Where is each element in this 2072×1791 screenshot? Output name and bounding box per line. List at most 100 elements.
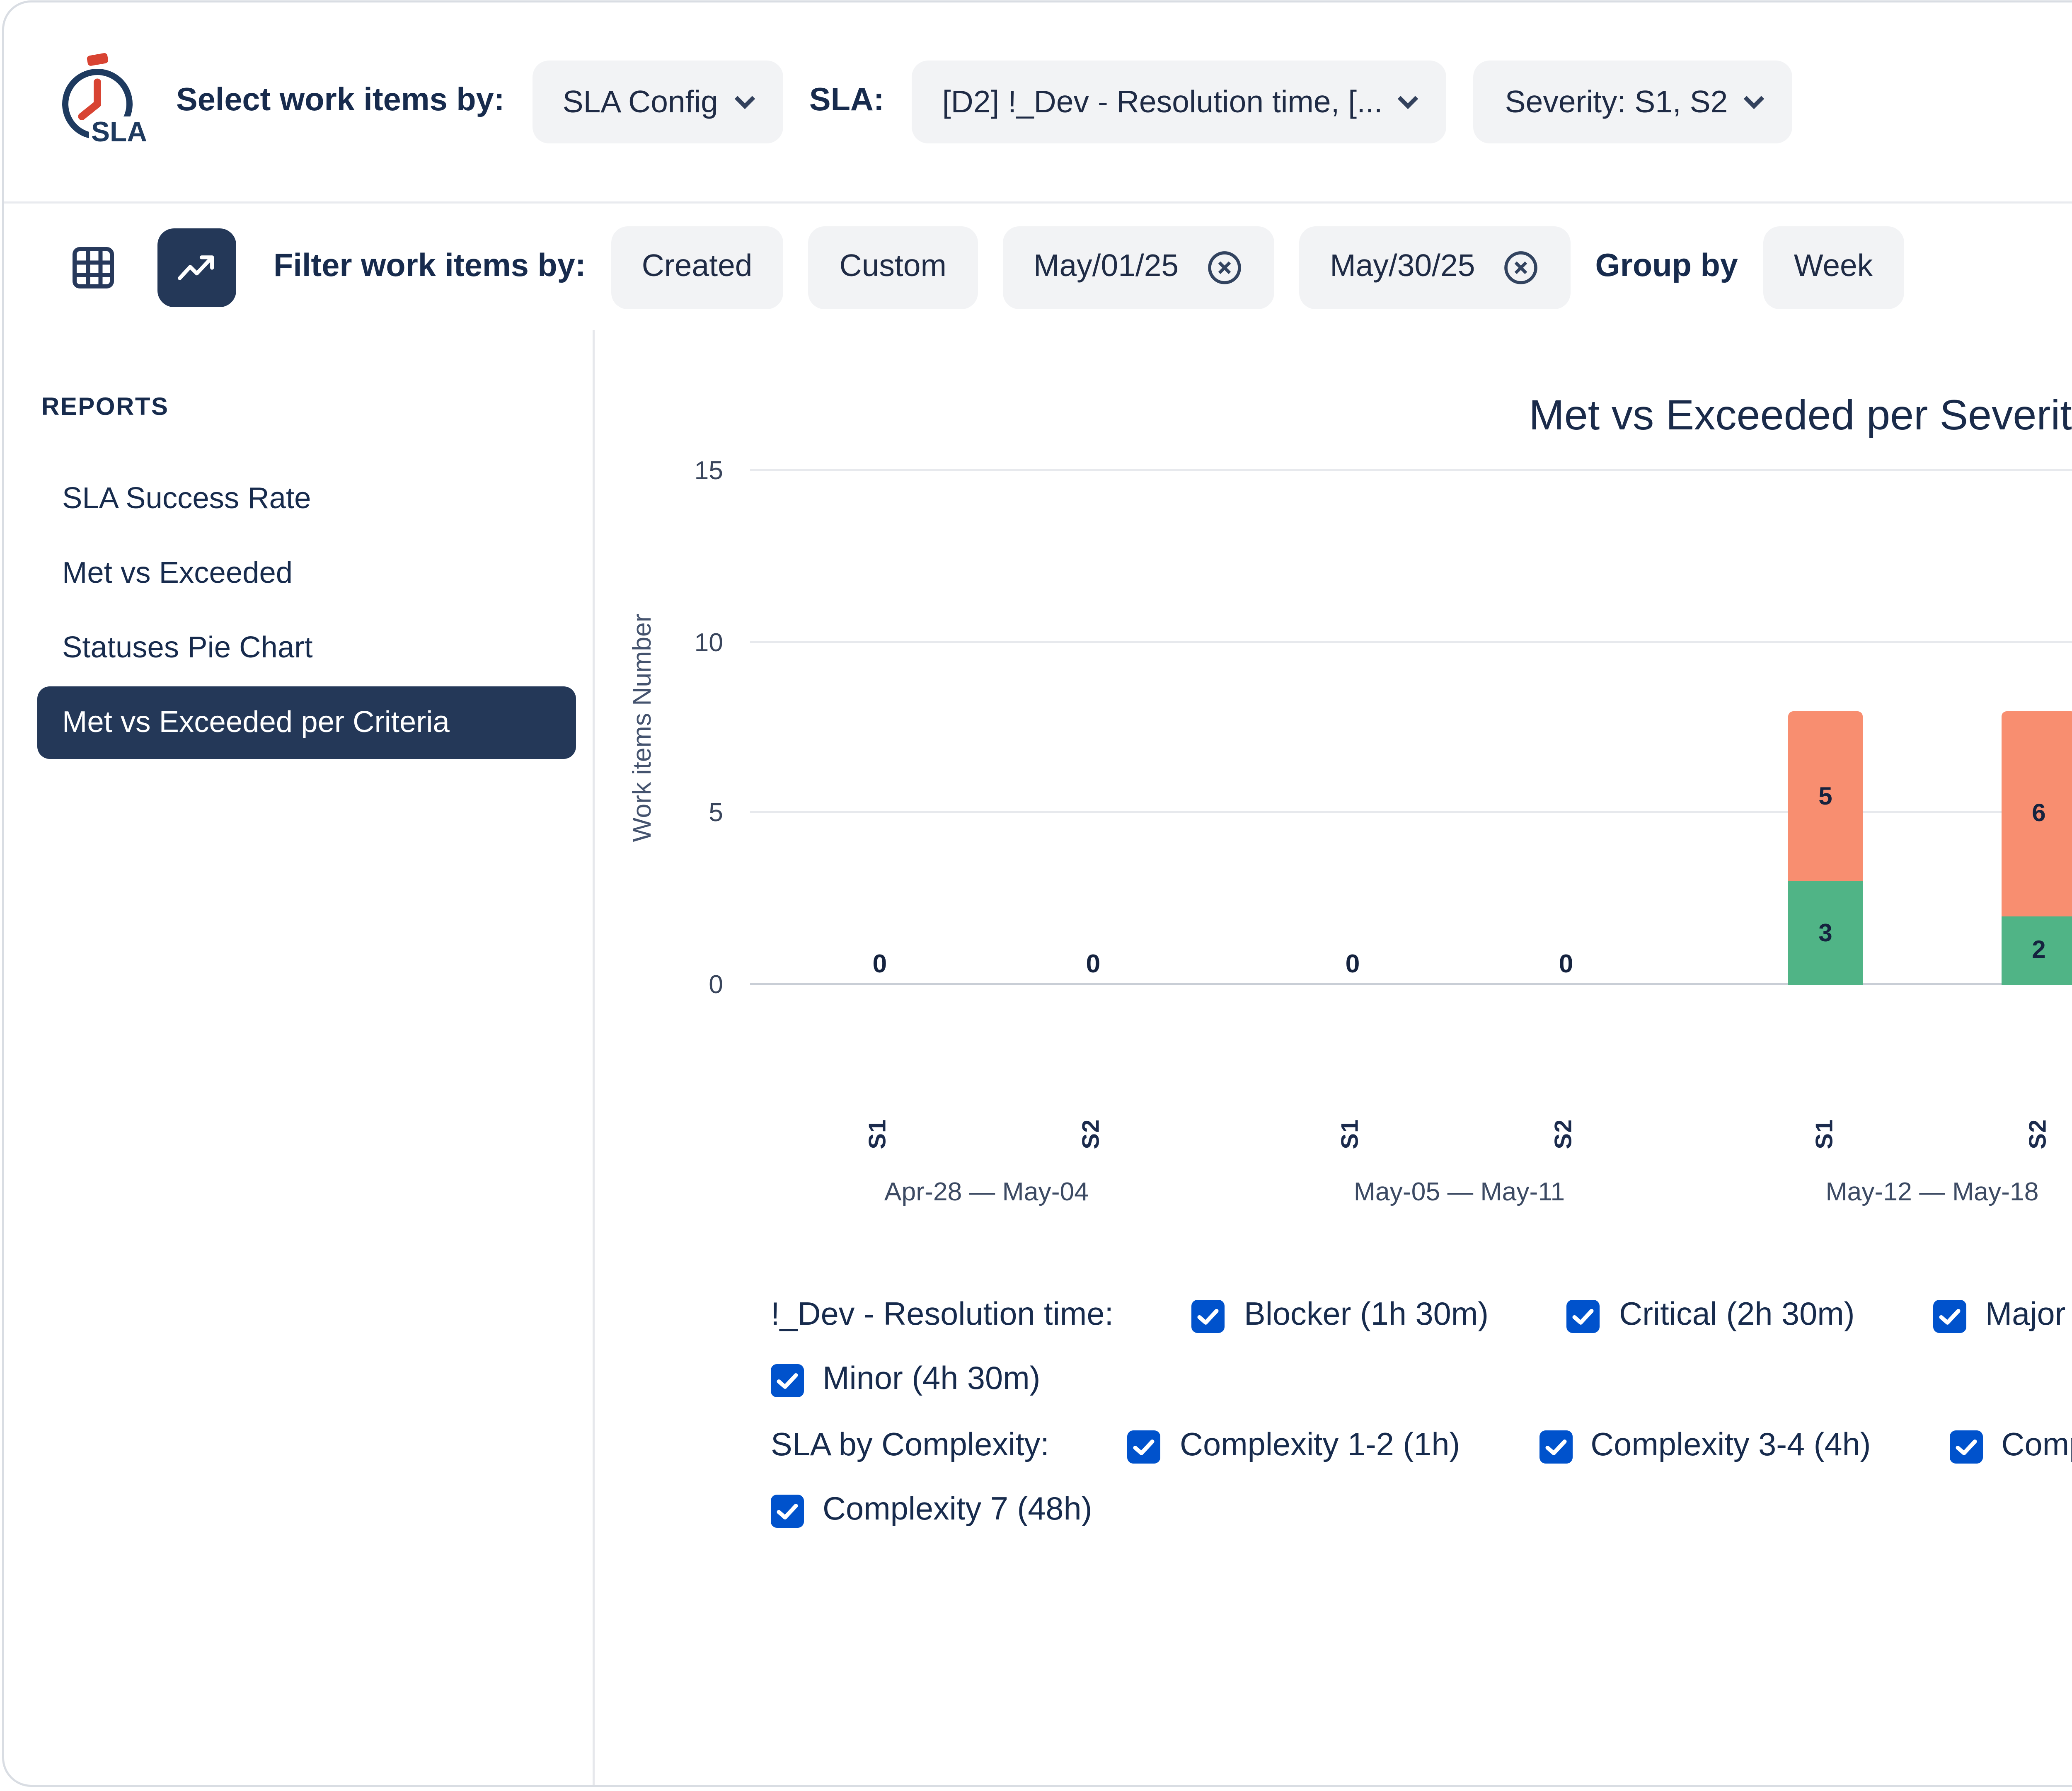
bar-group: 00 bbox=[750, 471, 1223, 985]
reports-heading: REPORTS bbox=[4, 392, 593, 421]
bar-value-label: 5 bbox=[1818, 782, 1832, 811]
y-tick-label: 10 bbox=[694, 628, 723, 657]
sidebar: REPORTS SLA Success RateMet vs ExceededS… bbox=[4, 330, 595, 1787]
app-window: SLA Select work items by: SLA Config SLA… bbox=[2, 0, 2072, 1787]
severity-label: S1 bbox=[1788, 1122, 1863, 1146]
bar-value-label: 6 bbox=[2032, 799, 2045, 828]
bar-groups: 000053627410300 bbox=[750, 471, 2072, 985]
resolution-filter-label: !_Dev - Resolution time: bbox=[771, 1298, 1113, 1335]
bar-s2[interactable]: 0 bbox=[1056, 471, 1130, 985]
table-view-button[interactable] bbox=[54, 228, 133, 306]
sidebar-item-sla-success-rate[interactable]: SLA Success Rate bbox=[37, 463, 576, 535]
select-work-items-label: Select work items by: bbox=[176, 83, 505, 121]
clear-icon[interactable] bbox=[1205, 248, 1243, 286]
y-tick-label: 0 bbox=[709, 970, 723, 999]
checkbox-label: Complexity 7 (48h) bbox=[823, 1493, 1092, 1530]
bar-value-label: 3 bbox=[1818, 919, 1832, 948]
date-from-value: May/01/25 bbox=[1034, 249, 1179, 284]
chart-title: Met vs Exceeded per Severity: S1, S2 bbox=[595, 392, 2072, 442]
severity-label: S2 bbox=[1056, 1122, 1130, 1146]
date-to-filter[interactable]: May/30/25 bbox=[1299, 225, 1570, 308]
week-range-label: Apr-28 — May-04 bbox=[750, 1178, 1223, 1207]
y-tick-label: 15 bbox=[694, 456, 723, 485]
bar-segment-met[interactable]: 2 bbox=[2002, 916, 2072, 985]
bar-zero-label: 0 bbox=[1315, 950, 1390, 979]
checkbox-label: Critical (2h 30m) bbox=[1619, 1298, 1855, 1335]
severity-label-group: S1S2 bbox=[1696, 1099, 2072, 1169]
sla-logo: SLA bbox=[50, 47, 149, 157]
table-view-icon bbox=[68, 242, 118, 292]
chevron-down-icon bbox=[1743, 87, 1764, 108]
checkbox-label: Blocker (1h 30m) bbox=[1244, 1298, 1489, 1335]
sla-select-dropdown[interactable]: [D2] !_Dev - Resolution time, [... bbox=[911, 61, 1447, 143]
sla-config-label: SLA Config bbox=[563, 85, 718, 120]
checkbox-minor-4h-30m[interactable]: Minor (4h 30m) bbox=[771, 1362, 1040, 1399]
date-to-value: May/30/25 bbox=[1330, 249, 1475, 284]
severity-label-group: S1 S2 bbox=[1223, 1099, 1696, 1169]
bar-s2[interactable]: 0 bbox=[1529, 471, 1603, 985]
checkbox-checked-icon bbox=[771, 1364, 804, 1397]
custom-filter-button[interactable]: Custom bbox=[808, 225, 978, 308]
chart: Work items Number 051015 000053627410300… bbox=[750, 471, 2072, 1207]
group-by-label: Group by bbox=[1595, 248, 1738, 286]
severity-label: S1 bbox=[842, 1122, 917, 1146]
sla-label: SLA: bbox=[809, 83, 884, 121]
severity-value: Severity: S1, S2 bbox=[1505, 85, 1728, 120]
checkbox-checked-icon bbox=[771, 1495, 804, 1528]
checkbox-complexity-3-4-4h[interactable]: Complexity 3-4 (4h) bbox=[1539, 1428, 1871, 1466]
checkbox-complexity-5-6-12h[interactable]: Complexity 5-6 (12h) bbox=[1950, 1428, 2072, 1466]
checkbox-label: Complexity 1-2 (1h) bbox=[1180, 1428, 1460, 1466]
checkbox-complexity-1-2-1h[interactable]: Complexity 1-2 (1h) bbox=[1128, 1428, 1460, 1466]
created-filter-button[interactable]: Created bbox=[611, 225, 784, 308]
checkbox-blocker-1h-30m[interactable]: Blocker (1h 30m) bbox=[1192, 1298, 1489, 1335]
sidebar-items: SLA Success RateMet vs ExceededStatuses … bbox=[4, 463, 593, 759]
sidebar-item-met-vs-exceeded-per-criteria[interactable]: Met vs Exceeded per Criteria bbox=[37, 686, 576, 759]
chart-view-icon bbox=[174, 244, 220, 290]
severity-label: S2 bbox=[1529, 1122, 1603, 1146]
checkbox-major-3h-30m[interactable]: Major (3h 30m) bbox=[1934, 1298, 2072, 1335]
checkbox-label: Major (3h 30m) bbox=[1985, 1298, 2072, 1335]
complexity-filter-group: SLA by Complexity: Complexity 1-2 (1h)Co… bbox=[771, 1428, 2072, 1530]
checkbox-label: Complexity 5-6 (12h) bbox=[2002, 1428, 2072, 1466]
week-range-label: May-05 — May-11 bbox=[1223, 1178, 1696, 1207]
date-from-filter[interactable]: May/01/25 bbox=[1002, 225, 1274, 308]
chart-plot: Work items Number 051015 000053627410300 bbox=[750, 471, 2072, 985]
main-content: Met vs Exceeded per Severity: S1, S2 Wor… bbox=[595, 330, 2072, 1787]
severity-label: S1 bbox=[1315, 1122, 1390, 1146]
chevron-down-icon bbox=[1398, 87, 1418, 108]
checkbox-checked-icon bbox=[1950, 1430, 1983, 1464]
sidebar-item-met-vs-exceeded[interactable]: Met vs Exceeded bbox=[37, 537, 576, 610]
bar-value-label: 2 bbox=[2032, 936, 2045, 965]
bar-segment-exceeded[interactable]: 6 bbox=[2002, 711, 2072, 916]
bar-s2[interactable]: 62 bbox=[2002, 471, 2072, 985]
sidebar-item-statuses-pie-chart[interactable]: Statuses Pie Chart bbox=[37, 612, 576, 684]
severity-dropdown[interactable]: Severity: S1, S2 bbox=[1474, 61, 1792, 143]
group-by-value: Week bbox=[1794, 249, 1873, 284]
bar-s1[interactable]: 0 bbox=[1315, 471, 1390, 985]
sla-select-value: [D2] !_Dev - Resolution time, [... bbox=[942, 85, 1383, 120]
checkbox-checked-icon bbox=[1539, 1430, 1572, 1464]
checkbox-checked-icon bbox=[1934, 1300, 1967, 1333]
checkbox-complexity-7-48h[interactable]: Complexity 7 (48h) bbox=[771, 1493, 1092, 1530]
bar-segment-met[interactable]: 3 bbox=[1788, 882, 1863, 985]
resolution-filter-group: !_Dev - Resolution time: Blocker (1h 30m… bbox=[771, 1298, 2072, 1399]
checkbox-checked-icon bbox=[1192, 1300, 1225, 1333]
bar-segment-exceeded[interactable]: 5 bbox=[1788, 711, 1863, 882]
filter-work-items-label: Filter work items by: bbox=[274, 248, 586, 286]
group-by-week-button[interactable]: Week bbox=[1763, 225, 1904, 308]
logo-text: SLA bbox=[91, 116, 147, 147]
scaled-stage: SLA Select work items by: SLA Config SLA… bbox=[0, 0, 2072, 1791]
chart-view-button[interactable] bbox=[157, 228, 236, 306]
bar-group: 00 bbox=[1223, 471, 1696, 985]
header: SLA Select work items by: SLA Config SLA… bbox=[4, 2, 2072, 204]
sla-config-dropdown[interactable]: SLA Config bbox=[532, 61, 782, 143]
checkbox-critical-2h-30m[interactable]: Critical (2h 30m) bbox=[1567, 1298, 1855, 1335]
custom-label: Custom bbox=[840, 249, 946, 284]
bar-s1[interactable]: 0 bbox=[842, 471, 917, 985]
clear-icon[interactable] bbox=[1502, 248, 1539, 286]
bar-s1[interactable]: 53 bbox=[1788, 471, 1863, 985]
bar-zero-label: 0 bbox=[842, 950, 917, 979]
checkbox-label: Minor (4h 30m) bbox=[823, 1362, 1040, 1399]
week-range-labels: Apr-28 — May-04May-05 — May-11May-12 — M… bbox=[750, 1178, 2072, 1207]
bar-zero-label: 0 bbox=[1529, 950, 1603, 979]
